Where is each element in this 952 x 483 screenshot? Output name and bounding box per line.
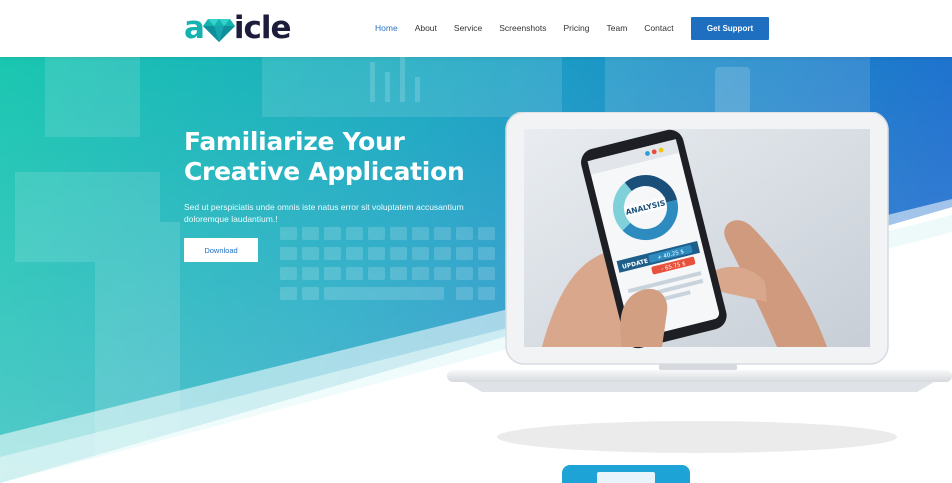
hero-subtitle: Sed ut perspiciatis unde omnis iste natu… [184, 202, 464, 224]
main-nav: Home About Service Screenshots Pricing T… [375, 22, 691, 34]
hero-section: Familiarize Your Creative Application Se… [0, 57, 952, 483]
nav-about[interactable]: About [415, 22, 437, 34]
laptop-mockup: ANALYSIS UPDATE + 40.25 $ - 65.75 $ [447, 112, 952, 453]
logo-suffix: icle [233, 10, 292, 46]
nav-home[interactable]: Home [375, 22, 398, 34]
next-section-card [562, 465, 690, 483]
nav-pricing[interactable]: Pricing [564, 22, 590, 34]
logo-prefix: a [184, 10, 205, 46]
get-support-button[interactable]: Get Support [691, 17, 769, 40]
nav-screenshots[interactable]: Screenshots [499, 22, 546, 34]
download-button[interactable]: Download [184, 238, 258, 262]
nav-contact[interactable]: Contact [644, 22, 673, 34]
logo[interactable]: a icle [184, 10, 292, 46]
hero-title-line2: Creative Application [184, 157, 465, 186]
site-header: a icle Home About Service Screenshots Pri… [0, 0, 952, 57]
hero-title-line1: Familiarize Your [184, 127, 405, 156]
diamond-icon [202, 18, 235, 42]
nav-team[interactable]: Team [606, 22, 627, 34]
nav-service[interactable]: Service [454, 22, 482, 34]
hero-title: Familiarize Your Creative Application [184, 127, 465, 187]
